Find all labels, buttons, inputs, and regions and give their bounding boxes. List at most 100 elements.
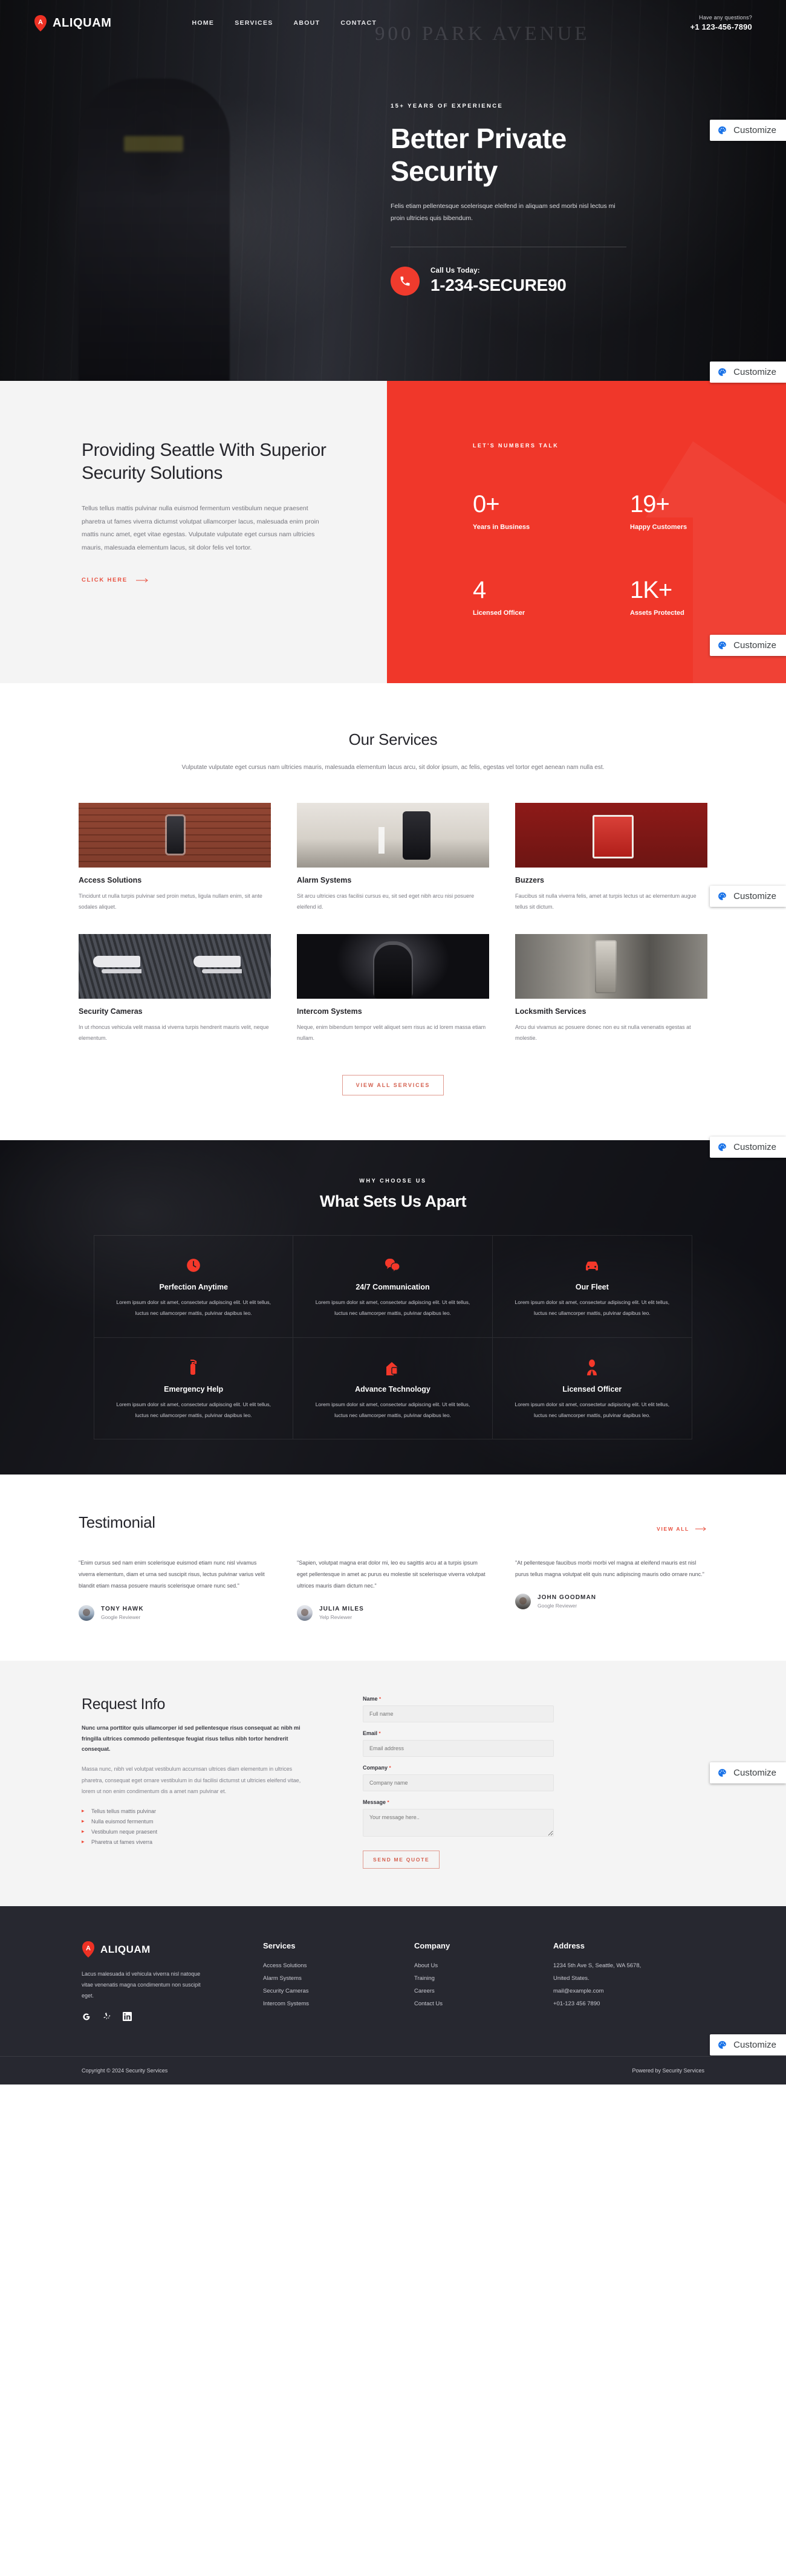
nav-item-contact[interactable]: CONTACT (340, 19, 377, 27)
svg-text:A: A (86, 1945, 91, 1952)
request-form: Name * Email * Company * Message * SEND … (363, 1696, 605, 1869)
company-input[interactable] (363, 1774, 554, 1792)
view-all-services-wrap: VIEW ALL SERVICES (0, 1075, 786, 1095)
request-bullet-list: Tellus tellus mattis pulvinar Nulla euis… (82, 1808, 326, 1845)
customize-button-request[interactable]: Customize (710, 2034, 786, 2055)
customize-button-stats[interactable]: Customize (710, 362, 786, 383)
request-title: Request Info (82, 1696, 166, 1713)
service-title: Buzzers (515, 876, 544, 884)
name-input[interactable] (363, 1705, 554, 1723)
service-card[interactable]: Intercom Systems Neque, enim bibendum te… (297, 934, 489, 1043)
stats-grid: 0+ Years in Business 19+ Happy Customers… (473, 492, 786, 617)
services-section: Our Services Vulputate vulputate eget cu… (0, 683, 786, 1158)
required-mark: * (378, 1731, 381, 1737)
testimonial-view-all-link[interactable]: VIEW ALL (657, 1526, 707, 1532)
hero-content: 15+ YEARS OF EXPERIENCE Better Private S… (0, 31, 786, 296)
stat-item: 1K+ Assets Protected (630, 578, 786, 617)
footer-address-heading: Address (553, 1941, 585, 1951)
hero-title: Better Private Security (391, 123, 567, 187)
footer-link-contact-us[interactable]: Contact Us (414, 2000, 553, 2007)
feature-title: Advance Technology (355, 1384, 430, 1393)
service-card[interactable]: Alarm Systems Sit arcu ultricies cras fa… (297, 803, 489, 912)
service-desc: In ut rhoncus vehicula velit massa id vi… (79, 1024, 269, 1041)
send-me-quote-button[interactable]: SEND ME QUOTE (363, 1851, 440, 1869)
click-here-link[interactable]: CLICK HERE (82, 577, 345, 583)
service-card[interactable]: Buzzers Faucibus sit nulla viverra felis… (515, 803, 707, 912)
message-textarea[interactable] (363, 1809, 554, 1837)
brick-wall-access-panel-image (79, 803, 271, 868)
company-label: Company * (363, 1765, 391, 1771)
google-icon[interactable] (82, 2012, 91, 2025)
testimonial-author: JOHN GOODMAN Google Reviewer (515, 1594, 707, 1610)
footer-link-access-solutions[interactable]: Access Solutions (263, 1962, 414, 1969)
feature-desc: Lorem ipsum dolor sit amet, consectetur … (315, 1299, 470, 1316)
palette-icon (718, 641, 727, 649)
feature-title: Licensed Officer (562, 1384, 622, 1393)
address-phone[interactable]: +01-123 456 7890 (553, 2000, 704, 2007)
customize-button-services-bottom[interactable]: Customize (710, 1137, 786, 1158)
stat-label: Licensed Officer (473, 609, 525, 617)
yelp-icon[interactable] (103, 2012, 111, 2025)
name-field-group: Name * (363, 1696, 605, 1723)
palette-icon (718, 1769, 727, 1777)
testimonial-name: JOHN GOODMAN (538, 1594, 597, 1601)
footer-services-heading: Services (263, 1941, 296, 1951)
about-stats-section: Providing Seattle With Superior Security… (0, 362, 786, 683)
customize-label: Customize (733, 1142, 776, 1152)
address-line: United States. (553, 1975, 590, 1982)
customize-button-stats-bottom[interactable]: Customize (710, 635, 786, 656)
testimonial-name: JULIA MILES (319, 1606, 364, 1613)
feature-item: Licensed Officer Lorem ipsum dolor sit a… (493, 1338, 692, 1439)
testimonial-card: "At pellentesque faucibus morbi morbi ve… (515, 1557, 707, 1610)
service-desc: Neque, enim bibendum tempor velit alique… (297, 1024, 486, 1041)
service-desc: Faucibus sit nulla viverra felis, amet a… (515, 893, 697, 910)
feature-desc: Lorem ipsum dolor sit amet, consectetur … (116, 1401, 271, 1418)
footer-link-careers[interactable]: Careers (414, 1988, 553, 1994)
service-card[interactable]: Security Cameras In ut rhoncus vehicula … (79, 934, 271, 1043)
testimonial-card: "Sapien, volutpat magna erat dolor mi, l… (297, 1557, 489, 1621)
customize-button-testimonial[interactable]: Customize (710, 1762, 786, 1783)
fire-extinguisher-icon (115, 1358, 272, 1377)
footer-columns: A ALIQUAM Lacus malesuada id vehicula vi… (82, 1941, 704, 2025)
nav-item-about[interactable]: ABOUT (294, 19, 320, 27)
address-email[interactable]: mail@example.com (553, 1988, 704, 1994)
service-card[interactable]: Locksmith Services Arcu dui vivamus ac p… (515, 934, 707, 1043)
email-input[interactable] (363, 1740, 554, 1757)
testimonial-author: TONY HAWK Google Reviewer (79, 1605, 271, 1621)
service-title: Access Solutions (79, 876, 142, 884)
footer-link-security-cameras[interactable]: Security Cameras (263, 1988, 414, 1994)
palette-icon (718, 1143, 727, 1151)
intercom-agent-image (297, 934, 489, 999)
customize-button-hero[interactable]: Customize (710, 120, 786, 141)
footer-link-training[interactable]: Training (414, 1975, 553, 1982)
stat-value: 0+ (473, 491, 500, 517)
footer-link-about-us[interactable]: About Us (414, 1962, 553, 1969)
contact-phone[interactable]: +1 123-456-7890 (690, 22, 752, 31)
nav-item-home[interactable]: HOME (192, 19, 215, 27)
hero-eyebrow: 15+ YEARS OF EXPERIENCE (391, 103, 504, 109)
nav-item-services[interactable]: SERVICES (235, 19, 273, 27)
feature-desc: Lorem ipsum dolor sit amet, consectetur … (515, 1299, 670, 1316)
request-body: Massa nunc, nibh vel volutpat vestibulum… (82, 1765, 301, 1795)
testimonial-title: Testimonial (79, 1513, 155, 1532)
view-all-services-button[interactable]: VIEW ALL SERVICES (342, 1075, 444, 1095)
customize-label: Customize (733, 125, 776, 135)
testimonial-header: Testimonial VIEW ALL (79, 1513, 707, 1532)
site-footer: A ALIQUAM Lacus malesuada id vehicula vi… (0, 1906, 786, 2085)
call-number[interactable]: 1-234-SECURE90 (430, 276, 567, 295)
call-label: Call Us Today: (430, 267, 480, 274)
footer-logo[interactable]: A ALIQUAM (82, 1941, 263, 1958)
required-mark: * (379, 1696, 382, 1702)
company-field-group: Company * (363, 1765, 605, 1792)
footer-link-intercom-systems[interactable]: Intercom Systems (263, 2000, 414, 2007)
message-label: Message * (363, 1799, 389, 1806)
footer-link-alarm-systems[interactable]: Alarm Systems (263, 1975, 414, 1982)
services-subtitle: Vulputate vulputate eget cursus nam ultr… (181, 764, 605, 771)
service-title: Security Cameras (79, 1007, 143, 1016)
linkedin-icon[interactable] (123, 2012, 132, 2025)
service-card[interactable]: Access Solutions Tincidunt ut nulla turp… (79, 803, 271, 912)
hero-call-block[interactable]: Call Us Today: 1-234-SECURE90 (391, 266, 786, 296)
customize-label: Customize (733, 1768, 776, 1778)
site-logo[interactable]: A ALIQUAM (34, 15, 112, 31)
customize-button-services[interactable]: Customize (710, 886, 786, 907)
